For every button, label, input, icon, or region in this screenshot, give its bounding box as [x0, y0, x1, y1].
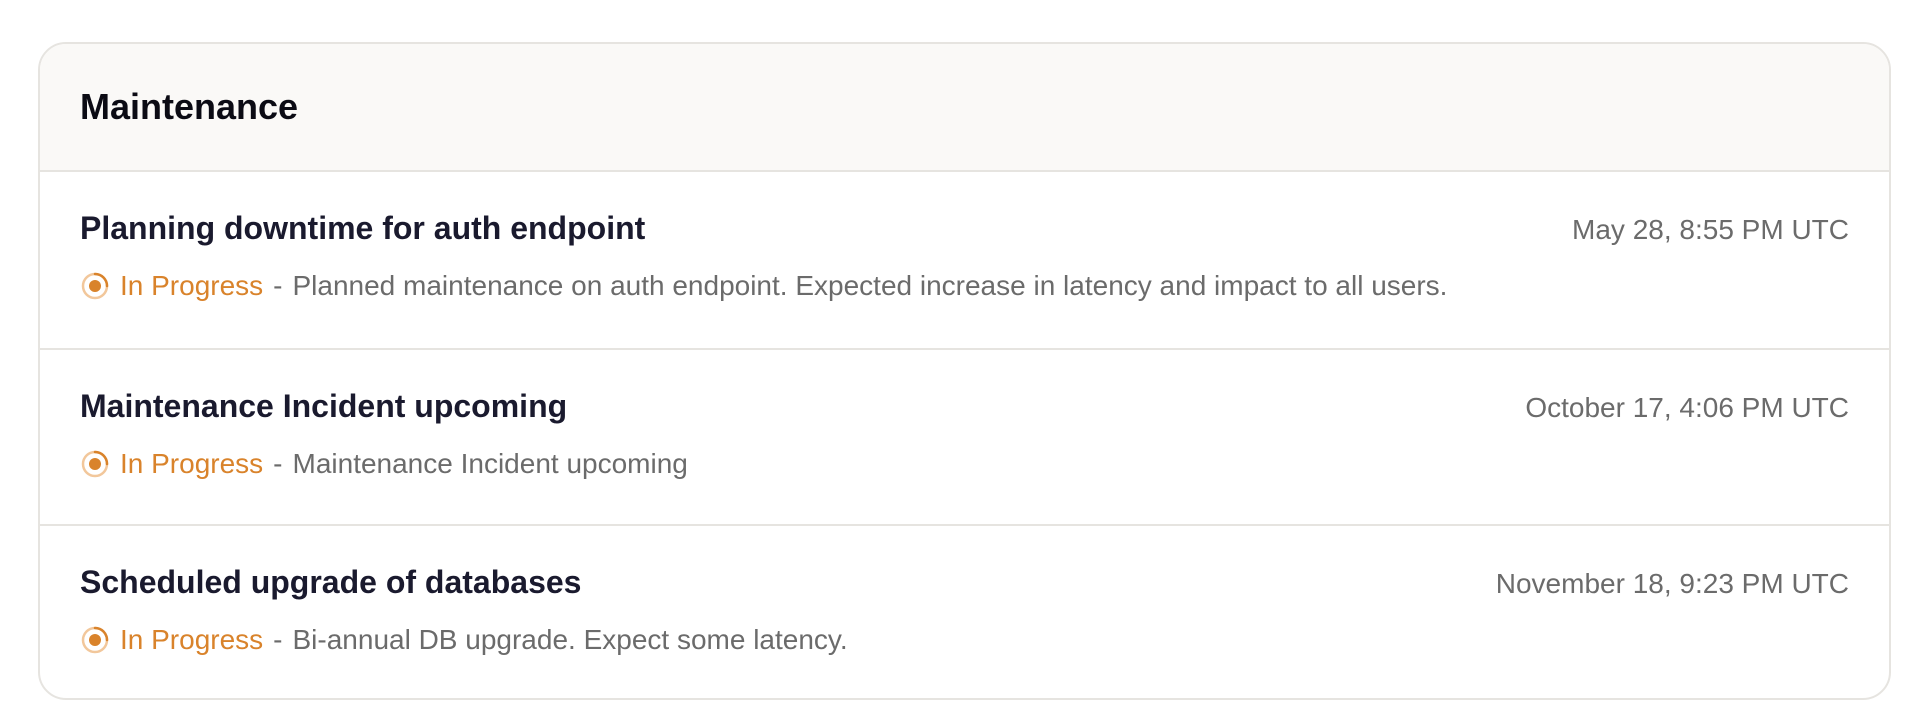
maintenance-item-date: November 18, 9:23 PM UTC	[1495, 568, 1849, 599]
status-description: Maintenance Incident upcoming	[292, 448, 688, 479]
maintenance-item-status: In Progress - Planned maintenance on aut…	[80, 270, 1447, 302]
maintenance-item[interactable]: Planning downtime for auth endpoint May …	[40, 172, 1889, 348]
status-separator: -	[273, 270, 283, 301]
maintenance-item[interactable]: Maintenance Incident upcoming October 17…	[40, 348, 1889, 524]
status-label: In Progress	[120, 448, 264, 479]
maintenance-item-title[interactable]: Maintenance Incident upcoming	[80, 388, 567, 425]
status-label: In Progress	[120, 270, 264, 301]
maintenance-item-date: October 17, 4:06 PM UTC	[1525, 392, 1849, 423]
status-description: Planned maintenance on auth endpoint. Ex…	[292, 270, 1448, 301]
status-separator: -	[273, 624, 283, 655]
maintenance-item[interactable]: Scheduled upgrade of databases November …	[40, 524, 1889, 698]
status-description: Bi-annual DB upgrade. Expect some latenc…	[292, 624, 848, 655]
maintenance-item-status: In Progress - Maintenance Incident upcom…	[80, 448, 688, 480]
panel-header: Maintenance	[40, 44, 1889, 172]
in-progress-icon	[80, 625, 110, 655]
panel-title: Maintenance	[80, 86, 299, 127]
maintenance-panel: Maintenance Planning downtime for auth e…	[38, 42, 1891, 700]
status-separator: -	[273, 448, 283, 479]
in-progress-icon	[80, 449, 110, 479]
maintenance-item-date: May 28, 8:55 PM UTC	[1572, 214, 1849, 245]
maintenance-item-title[interactable]: Scheduled upgrade of databases	[80, 564, 581, 601]
maintenance-item-status: In Progress - Bi-annual DB upgrade. Expe…	[80, 624, 848, 656]
in-progress-icon	[80, 271, 110, 301]
maintenance-item-title[interactable]: Planning downtime for auth endpoint	[80, 210, 645, 247]
status-label: In Progress	[120, 624, 264, 655]
